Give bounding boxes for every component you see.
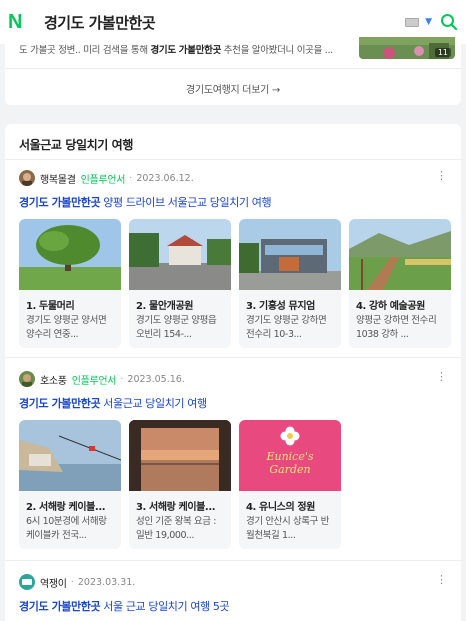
place-card[interactable]: Eunice's Garden 4. 유니스의 정원 경기 안산시 상록구 반월…	[239, 420, 341, 549]
place-image	[129, 219, 231, 290]
previous-section-card: 도 가볼곳 정변.. 미리 검색을 통해 경기도 가볼만한곳 추천을 알아봤더니…	[5, 37, 461, 105]
post-title-link[interactable]: 경기도 가볼만한곳 서울근교 당일치기 여행	[19, 395, 207, 411]
place-name: 2. 물안개공원	[136, 301, 194, 312]
place-name: 4. 강하 예술공원	[356, 301, 425, 312]
place-name: 1. 두물머리	[26, 301, 75, 312]
chevron-down-icon[interactable]: ▼	[425, 17, 432, 27]
influencer-badge[interactable]: 인플루언서	[81, 171, 126, 186]
place-carousel: 2. 서해랑 케이블... 6시 10분경에 서해랑 케이블카 전국... 3.…	[19, 420, 341, 549]
post-date: 2023.03.31.	[77, 576, 136, 588]
place-card[interactable]: 4. 강하 예술공원 양평군 강하면 전수리 1038 강하 ...	[349, 219, 451, 348]
author-row: 행복몰결 인플루언서 · 2023.06.12.	[19, 169, 194, 187]
snippet-text: 도 가볼곳 정변.. 미리 검색을 통해 경기도 가볼만한곳 추천을 알아봤더니…	[19, 45, 333, 56]
more-options-icon[interactable]: ⋮	[436, 371, 447, 382]
author-name[interactable]: 행복몰결	[40, 171, 76, 186]
author-name[interactable]: 호소풍	[40, 372, 67, 387]
author-row: 역쟁이 · 2023.03.31.	[19, 573, 135, 591]
avatar[interactable]	[19, 574, 35, 590]
more-travel-link[interactable]: 경기도여행지 더보기 →	[5, 81, 461, 96]
place-address: 경기 안산시 상록구 반월천북길 1...	[246, 516, 329, 541]
separator-dot: ·	[120, 373, 124, 385]
place-address: 양평군 강하면 전수리 1038 강하 ...	[356, 315, 437, 340]
place-image	[19, 219, 121, 290]
place-address: 성인 기준 왕복 요금 : 일반 19,000...	[136, 516, 217, 541]
search-icon[interactable]	[440, 13, 458, 31]
author-row: 호소풍 인플루언서 · 2023.05.16.	[19, 370, 185, 388]
avatar[interactable]	[19, 371, 35, 387]
place-image	[129, 420, 231, 491]
place-address: 경기도 양평군 양평읍 오빈리 154-...	[136, 315, 217, 340]
place-card[interactable]: 2. 물안개공원 경기도 양평군 양평읍 오빈리 154-...	[129, 219, 231, 348]
separator-dot: ·	[70, 576, 74, 588]
eunices-garden-sign: Eunice's	[265, 450, 313, 463]
snippet-thumbnail[interactable]: 11	[359, 37, 455, 59]
separator-dot: ·	[129, 172, 133, 184]
keyboard-icon[interactable]	[405, 17, 420, 27]
avatar[interactable]	[19, 170, 35, 186]
more-options-icon[interactable]: ⋮	[436, 170, 447, 181]
place-name: 4. 유니스의 정원	[246, 502, 315, 513]
more-options-icon[interactable]: ⋮	[436, 574, 447, 585]
place-card[interactable]: 3. 서해랑 케이블... 성인 기준 왕복 요금 : 일반 19,000...	[129, 420, 231, 549]
post-title-link[interactable]: 경기도 가볼만한곳 양평 드라이브 서울근교 당일치기 여행	[19, 194, 272, 210]
divider	[5, 68, 461, 69]
place-address: 6시 10분경에 서해랑 케이블카 전국...	[26, 516, 107, 541]
influencer-badge[interactable]: 인플루언서	[72, 372, 117, 387]
post-date: 2023.06.12.	[136, 172, 194, 184]
author-name[interactable]: 역쟁이	[40, 575, 67, 590]
place-image	[349, 219, 451, 290]
naver-logo[interactable]: N	[8, 11, 30, 34]
place-image: Eunice's Garden	[239, 420, 341, 491]
place-name: 3. 기흥성 뮤지엄	[246, 301, 315, 312]
post-date: 2023.05.16.	[127, 373, 185, 385]
place-name: 3. 서해랑 케이블...	[136, 502, 216, 513]
divider	[5, 357, 461, 358]
place-card[interactable]: 2. 서해랑 케이블... 6시 10분경에 서해랑 케이블카 전국...	[19, 420, 121, 549]
image-count-badge: 11	[434, 48, 451, 57]
section-title: 서울근교 당일치기 여행	[19, 138, 133, 152]
post-title-link[interactable]: 경기도 가볼만한곳 서울 근교 당일치기 여행 5곳	[19, 598, 230, 614]
place-image	[19, 420, 121, 491]
place-carousel: 1. 두물머리 경기도 양평군 양서면 양수리 연중... 2. 물안개공원 경…	[19, 219, 451, 348]
place-card[interactable]: 3. 기흥성 뮤지엄 경기도 양평군 강하면 전수리 10-3...	[239, 219, 341, 348]
search-query-text[interactable]: 경기도 가볼만한곳	[44, 12, 405, 33]
place-address: 경기도 양평군 양서면 양수리 연중...	[26, 315, 107, 340]
place-name: 2. 서해랑 케이블...	[26, 502, 106, 513]
divider	[5, 159, 461, 160]
place-card[interactable]: 1. 두물머리 경기도 양평군 양서면 양수리 연중...	[19, 219, 121, 348]
place-address: 경기도 양평군 강하면 전수리 10-3...	[246, 315, 327, 340]
place-image	[239, 219, 341, 290]
garden-sign-word: Garden	[269, 463, 310, 476]
day-trip-section: 서울근교 당일치기 여행 행복몰결 인플루언서 · 2023.06.12. ⋮ …	[5, 124, 461, 621]
divider	[5, 560, 461, 561]
